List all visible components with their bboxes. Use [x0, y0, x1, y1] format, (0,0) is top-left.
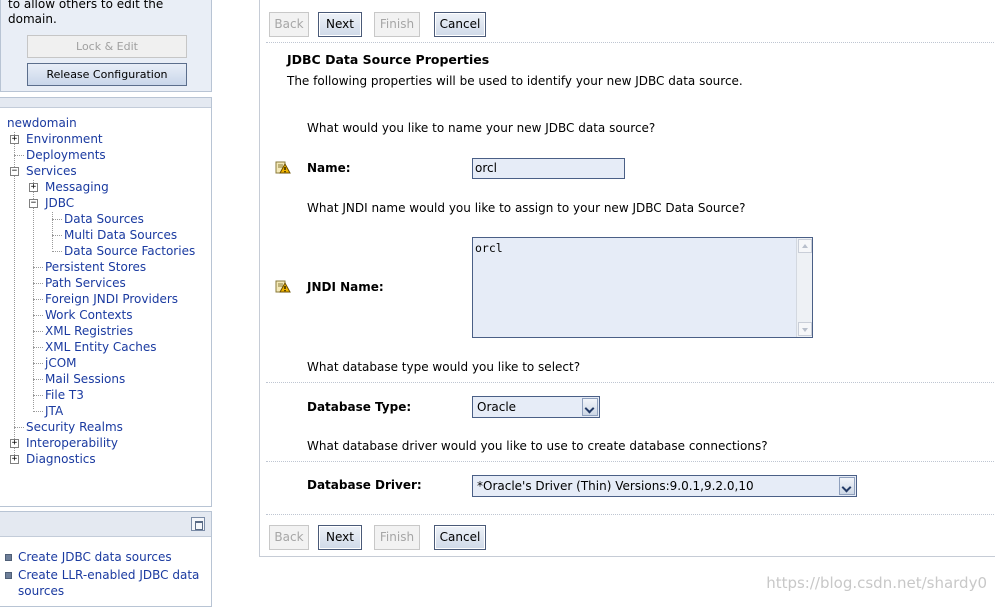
expand-toggle-icon[interactable]: +	[29, 183, 38, 192]
tree-item-xml-registries[interactable]: XML Registries	[45, 323, 133, 339]
tree-item-foreign-jndi-providers[interactable]: Foreign JNDI Providers	[45, 291, 178, 307]
tree-item-deployments[interactable]: Deployments	[26, 147, 106, 163]
how-do-i-header	[0, 512, 211, 537]
divider	[266, 514, 994, 515]
database-type-select[interactable]: Oracle	[472, 396, 600, 418]
tree-item-path-services[interactable]: Path Services	[45, 275, 126, 291]
change-center-text: to allow others to edit the domain.	[8, 0, 164, 26]
required-field-icon	[275, 280, 291, 293]
divider	[266, 382, 994, 383]
tree-item-messaging[interactable]: Messaging	[45, 179, 109, 195]
watermark: https://blog.csdn.net/shardy0	[766, 574, 987, 592]
tree-item-environment[interactable]: Environment	[26, 131, 103, 147]
finish-button[interactable]: Finish	[374, 12, 420, 37]
cancel-button[interactable]: Cancel	[434, 12, 486, 37]
left-navigation-column: to allow others to edit the domain. Lock…	[0, 0, 214, 607]
name-label: Name:	[307, 161, 351, 175]
database-type-label: Database Type:	[307, 400, 412, 414]
back-button-bottom[interactable]: Back	[269, 525, 309, 550]
lock-edit-button[interactable]: Lock & Edit	[27, 35, 187, 58]
divider	[266, 42, 994, 43]
chevron-down-icon[interactable]	[582, 398, 598, 416]
change-center-panel: to allow others to edit the domain. Lock…	[0, 0, 212, 92]
database-type-value: Oracle	[477, 400, 517, 414]
collapse-toggle-icon[interactable]: −	[10, 167, 19, 176]
release-configuration-button[interactable]: Release Configuration	[27, 63, 187, 86]
expand-toggle-icon[interactable]: +	[10, 439, 19, 448]
bullet-icon	[5, 572, 12, 579]
tree-item-data-sources[interactable]: Data Sources	[64, 211, 144, 227]
tree-item-persistent-stores[interactable]: Persistent Stores	[45, 259, 146, 275]
textarea-scrollbar[interactable]	[796, 238, 812, 337]
back-button[interactable]: Back	[269, 12, 309, 37]
domain-structure-panel: newdomain + Environment Deployments − Se…	[0, 97, 212, 507]
database-driver-value: *Oracle's Driver (Thin) Versions:9.0.1,9…	[477, 479, 754, 493]
section-title: JDBC Data Source Properties	[287, 52, 490, 67]
jndi-name-value[interactable]: orcl	[475, 241, 503, 255]
question-name: What would you like to name your new JDB…	[307, 121, 656, 135]
tree-item-interoperability[interactable]: Interoperability	[26, 435, 118, 451]
tree-item-jta[interactable]: JTA	[45, 403, 63, 419]
finish-button-bottom[interactable]: Finish	[374, 525, 420, 550]
divider	[266, 461, 994, 462]
scroll-up-icon[interactable]	[798, 239, 812, 253]
wizard-panel: Back Next Finish Cancel JDBC Data Source…	[259, 0, 995, 557]
how-do-i-panel: Create JDBC data sources Create LLR-enab…	[0, 511, 212, 607]
panel-collapse-icon[interactable]	[191, 517, 205, 531]
tree-item-jcom[interactable]: jCOM	[45, 355, 77, 371]
jndi-name-textarea[interactable]: orcl	[472, 237, 813, 338]
name-input[interactable]: orcl	[472, 158, 625, 179]
cancel-button-bottom[interactable]: Cancel	[434, 525, 486, 550]
next-button[interactable]: Next	[318, 12, 362, 37]
question-jndi: What JNDI name would you like to assign …	[307, 201, 746, 215]
question-db-type: What database type would you like to sel…	[307, 360, 581, 374]
section-description: The following properties will be used to…	[287, 74, 743, 88]
tree-item-jdbc[interactable]: JDBC	[45, 195, 74, 211]
tree-item-xml-entity-caches[interactable]: XML Entity Caches	[45, 339, 157, 355]
tree-root-newdomain[interactable]: newdomain	[7, 115, 77, 131]
jndi-name-label: JNDI Name:	[307, 280, 384, 294]
tree-item-mail-sessions[interactable]: Mail Sessions	[45, 371, 125, 387]
scroll-down-icon[interactable]	[798, 322, 812, 336]
tree-item-file-t3[interactable]: File T3	[45, 387, 84, 403]
tree-item-diagnostics[interactable]: Diagnostics	[26, 451, 96, 467]
expand-toggle-icon[interactable]: +	[10, 455, 19, 464]
tree-item-multi-data-sources[interactable]: Multi Data Sources	[64, 227, 177, 243]
next-button-bottom[interactable]: Next	[318, 525, 362, 550]
database-driver-select[interactable]: *Oracle's Driver (Thin) Versions:9.0.1,9…	[472, 475, 857, 497]
expand-toggle-icon[interactable]: +	[10, 135, 19, 144]
required-field-icon	[275, 161, 291, 174]
collapse-toggle-icon[interactable]: −	[29, 199, 38, 208]
task-link-create-jdbc[interactable]: Create JDBC data sources	[5, 549, 205, 565]
task-link-create-llr-jdbc[interactable]: Create LLR-enabled JDBC data sources	[5, 567, 205, 599]
tree-item-work-contexts[interactable]: Work Contexts	[45, 307, 132, 323]
domain-structure-header	[0, 98, 211, 108]
chevron-down-icon[interactable]	[839, 477, 855, 495]
question-driver: What database driver would you like to u…	[307, 439, 768, 453]
bullet-icon	[5, 554, 12, 561]
database-driver-label: Database Driver:	[307, 478, 422, 492]
tree-item-services[interactable]: Services	[26, 163, 77, 179]
tree-item-security-realms[interactable]: Security Realms	[26, 419, 123, 435]
tree-item-data-source-factories[interactable]: Data Source Factories	[64, 243, 195, 259]
